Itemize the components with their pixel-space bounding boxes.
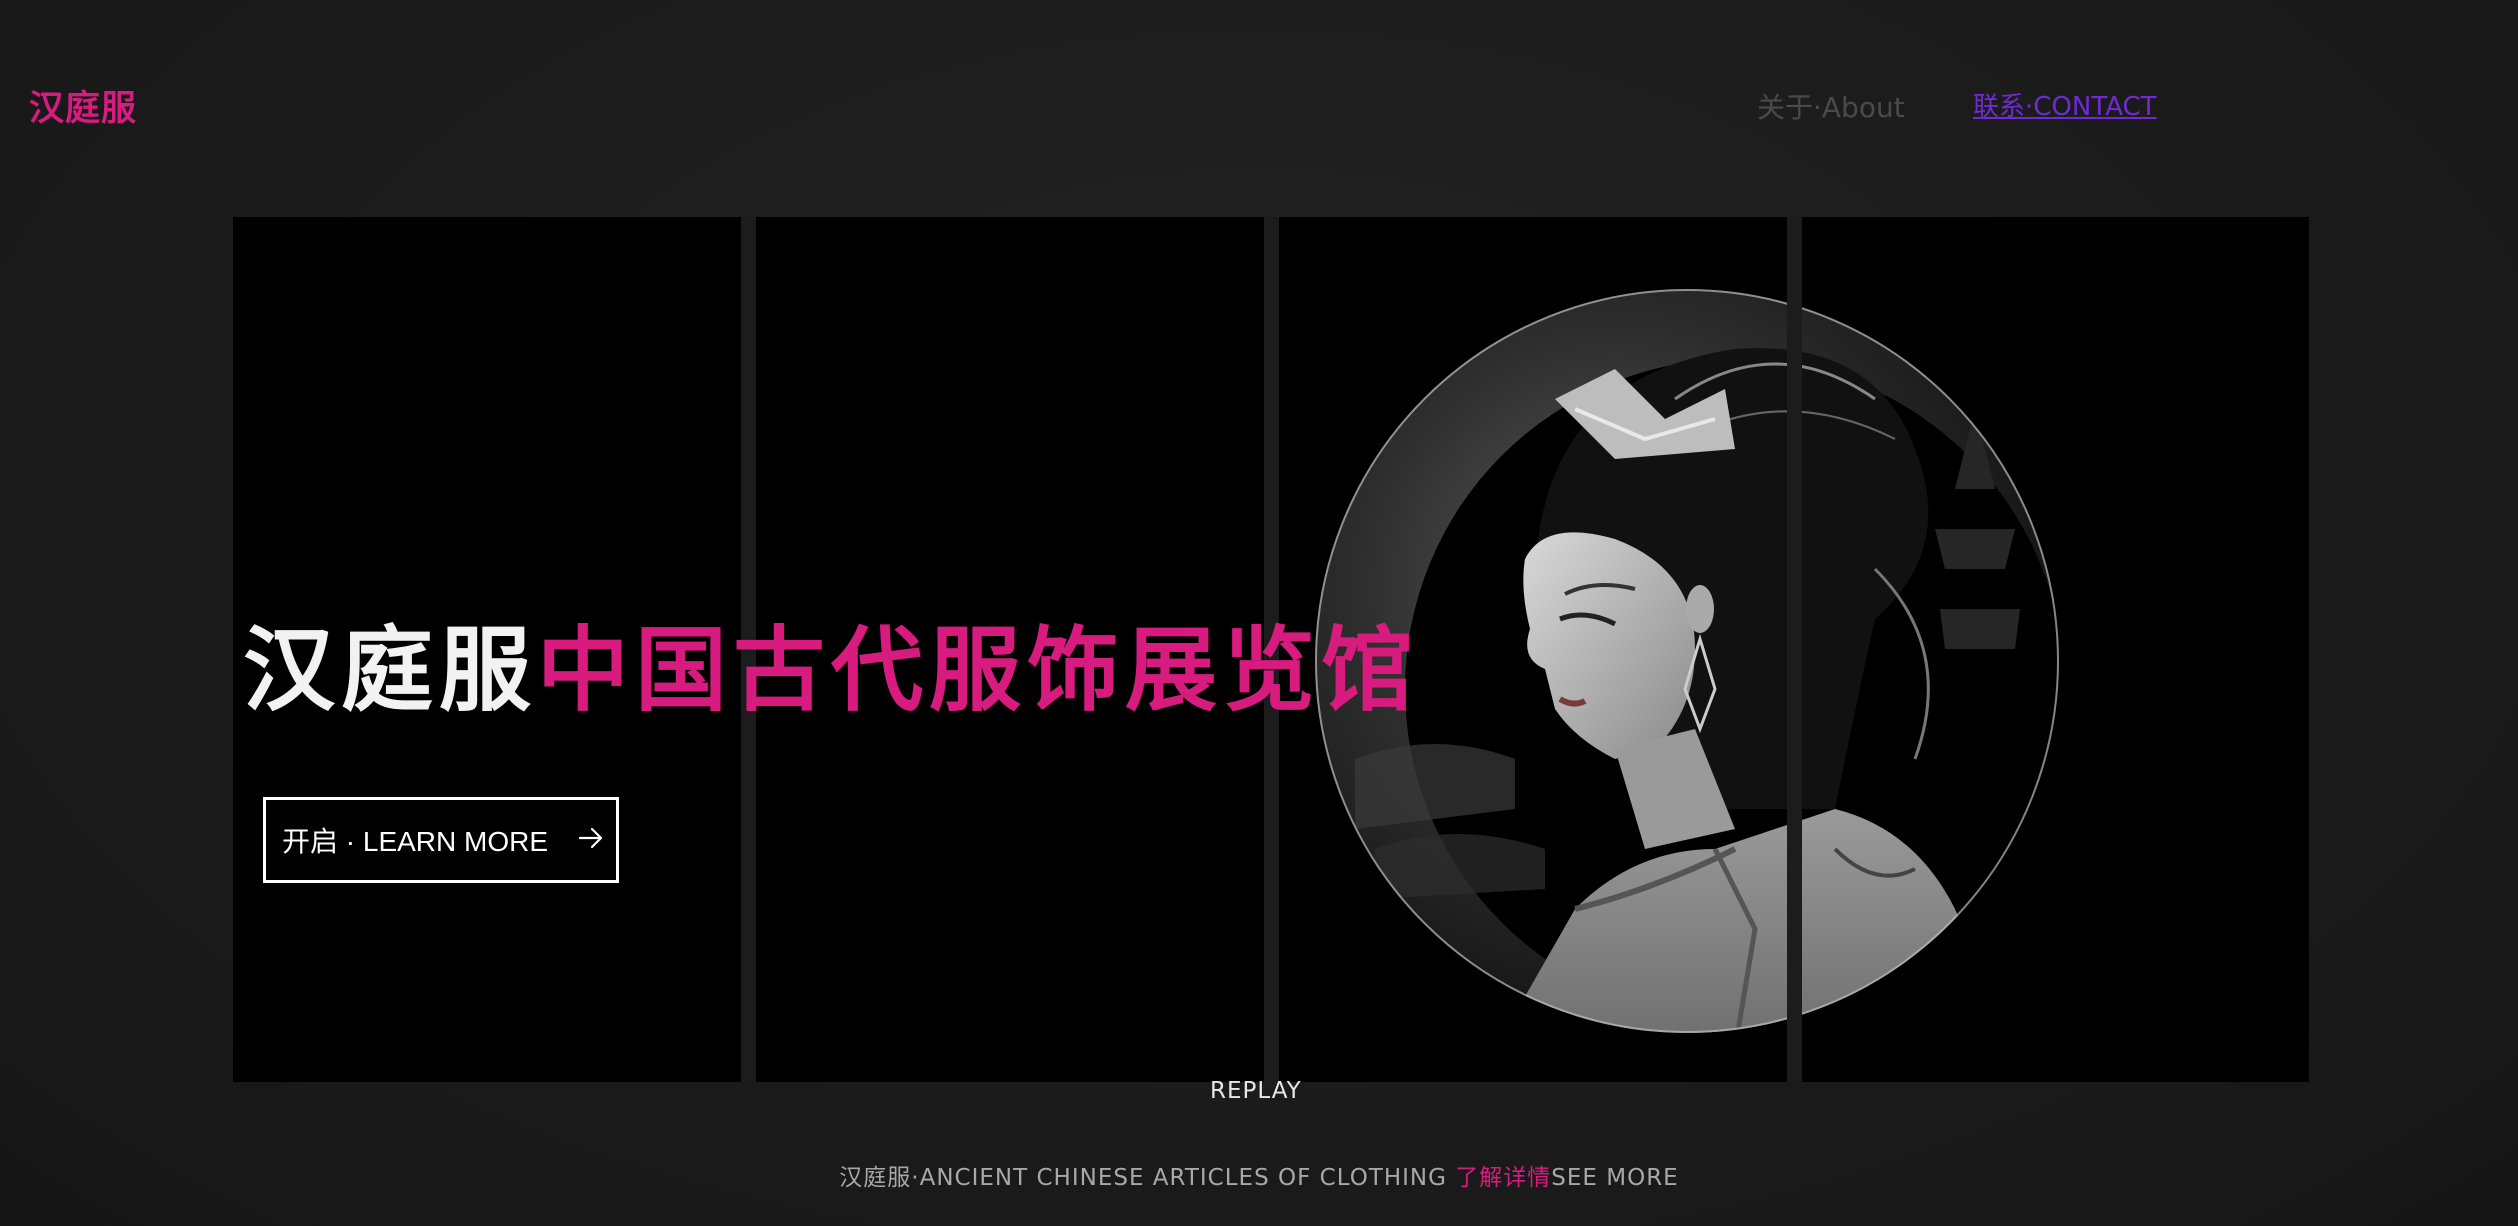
nav-link-contact[interactable]: 联系·CONTACT <box>1973 86 2157 123</box>
footer-text: 汉庭服·ANCIENT CHINESE ARTICLES OF CLOTHING <box>839 1165 1456 1191</box>
nav-link-about[interactable]: 关于·About <box>1757 86 1905 126</box>
learn-more-label: 开启 · LEARN MORE <box>282 826 549 857</box>
see-more-link-cn[interactable]: 了解详情 <box>1455 1165 1551 1191</box>
hero-title: 汉庭服中国古代服饰展览馆 <box>243 596 1419 729</box>
footer-tagline: 汉庭服·ANCIENT CHINESE ARTICLES OF CLOTHING… <box>0 1158 2518 1192</box>
learn-more-button[interactable]: 开启 · LEARN MORE <box>263 797 619 883</box>
see-more-link-en[interactable]: SEE MORE <box>1551 1165 1678 1191</box>
replay-button[interactable]: REPLAY <box>1210 1078 1302 1104</box>
woman-portrait-illustration <box>1315 289 2059 1033</box>
page: 汉庭服 关于·About 联系·CONTACT 汉庭服中国古代服饰展览馆 开启 … <box>0 0 2518 1226</box>
hero-title-subtitle: 中国古代服饰展览馆 <box>537 617 1420 724</box>
site-logo[interactable]: 汉庭服 <box>29 80 137 131</box>
hero-title-brand: 汉庭服 <box>243 617 538 724</box>
panel-divider <box>1787 217 1802 1082</box>
arrow-right-icon <box>578 824 604 856</box>
